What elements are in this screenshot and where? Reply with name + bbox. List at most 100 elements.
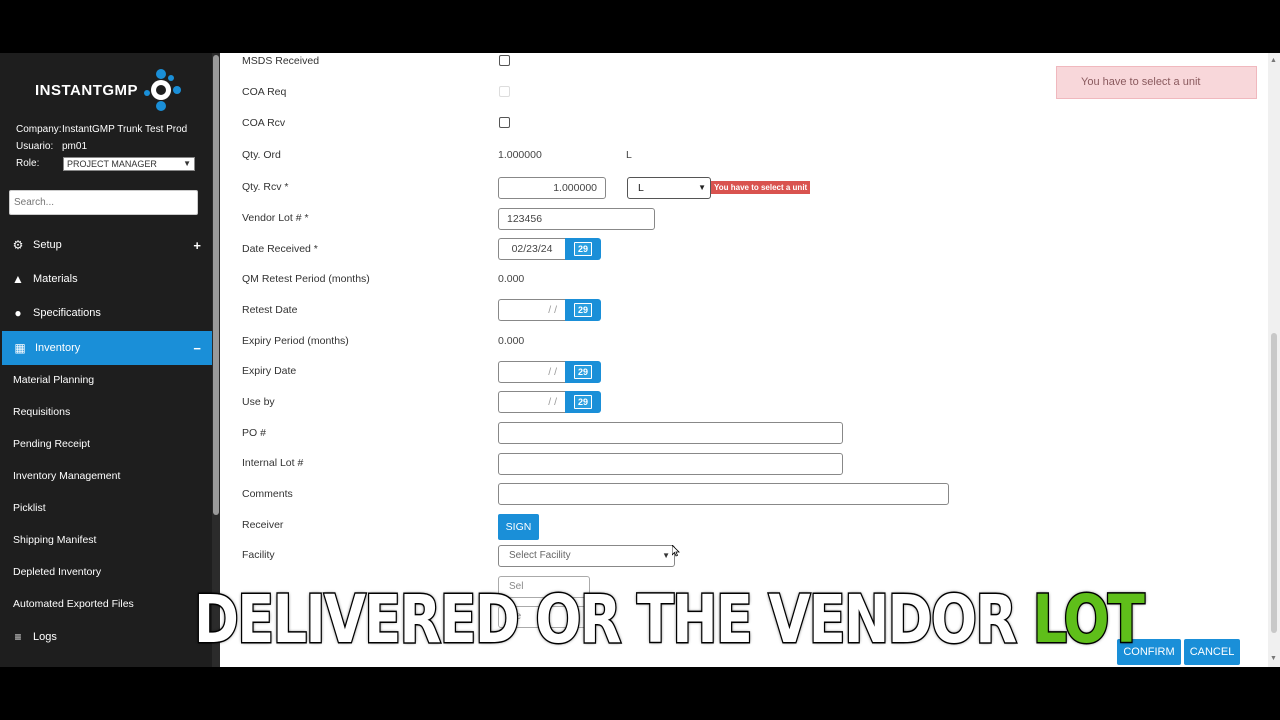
vendor-lot-input[interactable]: 123456	[498, 208, 655, 230]
scroll-down-icon[interactable]: ▼	[1270, 655, 1277, 662]
sidebar-item-setup[interactable]: ⚙ Setup +	[0, 228, 212, 262]
qm-retest-value: 0.000	[498, 273, 525, 285]
expiry-date-picker[interactable]: / / 29	[498, 361, 601, 383]
company-label: Company:	[16, 124, 62, 135]
sidebar-subitem-requisitions[interactable]: Requisitions	[13, 406, 70, 418]
sidebar: INSTANTGMP Company:InstantGMP Trunk Test…	[0, 53, 212, 667]
coa-req-checkbox[interactable]	[499, 86, 510, 97]
chevron-down-icon: ▼	[183, 159, 191, 168]
sign-button[interactable]: SIGN	[498, 514, 539, 540]
sidebar-item-label: Specifications	[33, 307, 101, 319]
internal-lot-input[interactable]	[498, 453, 843, 475]
sidebar-subitem-automated-exported-files[interactable]: Automated Exported Files	[13, 598, 134, 610]
retest-date-label: Retest Date	[242, 304, 298, 316]
sidebar-item-materials[interactable]: ▲ Materials	[0, 262, 212, 296]
receiver-label: Receiver	[242, 519, 284, 531]
sidebar-subitem-picklist[interactable]: Picklist	[13, 502, 46, 514]
msds-received-checkbox[interactable]	[499, 55, 510, 66]
comments-label: Comments	[242, 488, 293, 500]
msds-received-label: MSDS Received	[242, 55, 320, 67]
plus-icon: +	[193, 237, 201, 253]
role-select[interactable]: PROJECT MANAGER ▼	[63, 157, 195, 171]
use-by-label: Use by	[242, 396, 275, 408]
letterbox-top	[0, 0, 1280, 53]
qty-rcv-input[interactable]: 1.000000	[498, 177, 606, 199]
scroll-up-icon[interactable]: ▲	[1270, 57, 1277, 64]
sidebar-item-label: Materials	[33, 273, 78, 285]
chevron-down-icon: ▼	[662, 551, 670, 560]
logo: INSTANTGMP	[35, 69, 182, 111]
po-input[interactable]	[498, 422, 843, 444]
comments-input[interactable]	[498, 483, 949, 505]
facility-select-value: Select Facility	[509, 550, 571, 561]
retest-date-picker[interactable]: / / 29	[498, 299, 601, 321]
mouse-cursor-icon	[672, 545, 680, 557]
sidebar-item-label: Logs	[33, 631, 57, 643]
use-by-picker[interactable]: / / 29	[498, 391, 601, 413]
minus-icon: −	[193, 340, 201, 356]
date-received-input[interactable]: 02/23/24	[498, 238, 565, 260]
user-value: pm01	[62, 141, 88, 152]
sidebar-subitem-pending-receipt[interactable]: Pending Receipt	[13, 438, 90, 450]
company-value: InstantGMP Trunk Test Prod	[62, 124, 188, 135]
error-toast: You have to select a unit	[1056, 66, 1257, 99]
qty-rcv-label: Qty. Rcv *	[242, 181, 289, 193]
sidebar-scrollbar-thumb[interactable]	[213, 55, 219, 515]
sidebar-subitem-shipping-manifest[interactable]: Shipping Manifest	[13, 534, 96, 546]
date-received-picker[interactable]: 02/23/24 29	[498, 238, 601, 260]
facility-label: Facility	[242, 549, 275, 561]
coa-rcv-label: COA Rcv	[242, 117, 286, 129]
retest-date-calendar-button[interactable]: 29	[565, 299, 601, 321]
po-label: PO #	[242, 427, 266, 439]
internal-lot-label: Internal Lot #	[242, 457, 304, 469]
sidebar-subitem-material-planning[interactable]: Material Planning	[13, 374, 94, 386]
sidebar-search-input[interactable]	[9, 190, 198, 215]
unit-error-tag: You have to select a unit	[711, 181, 811, 194]
sidebar-subitem-depleted-inventory[interactable]: Depleted Inventory	[13, 566, 101, 578]
calendar-icon: 29	[574, 395, 592, 409]
warehouse-icon: ▦	[14, 341, 26, 355]
use-by-input[interactable]: / /	[498, 391, 565, 413]
user-label: Usuario:	[16, 141, 54, 152]
coa-rcv-checkbox[interactable]	[499, 117, 510, 128]
facility-select[interactable]: Select Facility ▼	[498, 545, 675, 567]
date-received-calendar-button[interactable]: 29	[565, 238, 601, 260]
caption-text: DELIVERED OR THE VENDOR	[193, 580, 1033, 660]
letterbox-bottom	[0, 667, 1280, 720]
coa-req-label: COA Req	[242, 86, 287, 98]
list-icon: ≡	[14, 630, 22, 644]
calendar-icon: 29	[574, 365, 592, 379]
sidebar-item-label: Setup	[33, 239, 62, 251]
unit-select-value: L	[638, 182, 644, 194]
qty-ord-value: 1.000000	[498, 149, 542, 161]
logo-mark-icon	[144, 69, 182, 111]
role-info: Role:	[16, 158, 62, 169]
unit-select[interactable]: L ▼	[627, 177, 711, 199]
qm-retest-label: QM Retest Period (months)	[242, 273, 370, 285]
date-received-label: Date Received *	[242, 243, 318, 255]
user-info: Usuario: pm01	[16, 141, 87, 152]
sidebar-item-specifications[interactable]: ● Specifications	[0, 296, 212, 330]
logo-text: INSTANTGMP	[35, 81, 139, 99]
expiry-period-value: 0.000	[498, 335, 525, 347]
calendar-icon: 29	[574, 303, 592, 317]
cancel-button[interactable]: CANCEL	[1184, 639, 1240, 665]
sidebar-item-logs[interactable]: ≡ Logs	[0, 620, 212, 654]
expiry-date-calendar-button[interactable]: 29	[565, 361, 601, 383]
gear-icon: ⚙	[12, 238, 24, 252]
qty-ord-unit: L	[626, 149, 632, 161]
retest-date-input[interactable]: / /	[498, 299, 565, 321]
role-select-value: PROJECT MANAGER	[67, 159, 157, 169]
caption-highlight: LOT	[1031, 580, 1146, 660]
expiry-date-input[interactable]: / /	[498, 361, 565, 383]
qty-ord-label: Qty. Ord	[242, 149, 281, 161]
use-by-calendar-button[interactable]: 29	[565, 391, 601, 413]
role-label: Role:	[16, 158, 40, 169]
video-caption: DELIVERED OR THE VENDOR LOT	[193, 574, 1146, 666]
pills-icon: ●	[14, 306, 22, 320]
main-scrollbar-thumb[interactable]	[1271, 333, 1277, 633]
sidebar-item-inventory[interactable]: ▦ Inventory −	[2, 331, 212, 365]
sidebar-subitem-inventory-management[interactable]: Inventory Management	[13, 470, 120, 482]
cubes-icon: ▲	[12, 272, 24, 286]
main-scrollbar[interactable]: ▲ ▼	[1268, 53, 1280, 667]
